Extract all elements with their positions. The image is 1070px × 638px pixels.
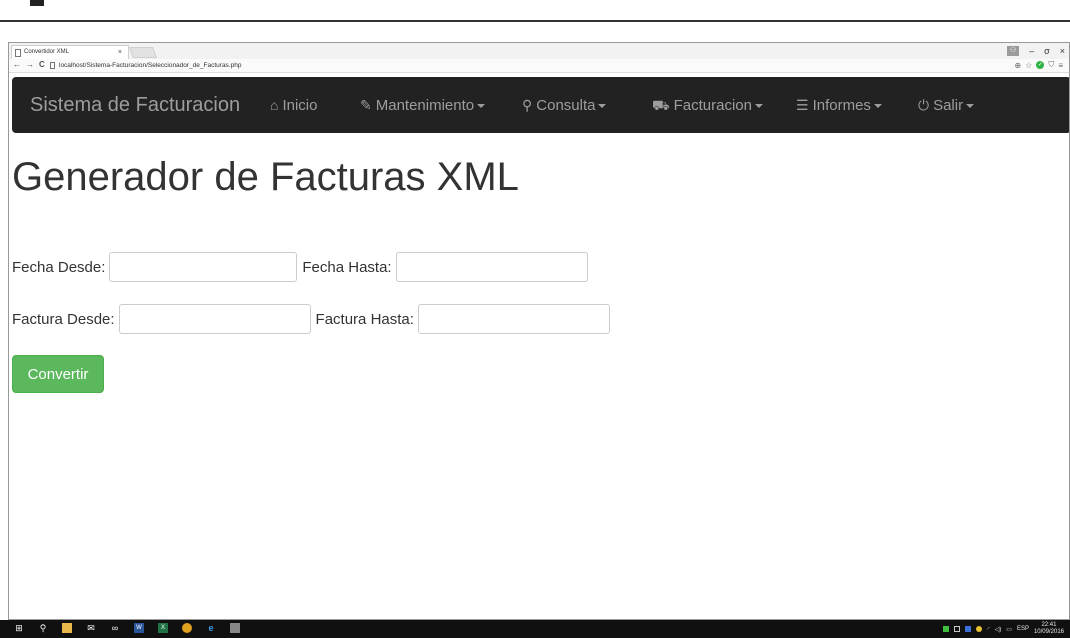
address-bar: ←→C localhost/Sistema-Facturacion/Selecc… [9, 59, 1069, 73]
volume-icon[interactable]: ◁) [995, 626, 1002, 633]
power-icon: ⏻ [918, 97, 930, 113]
taskbar: ⊞ ⚲ ✉ ∞ W X e ◜ ◁) ▭ ESP 22:41 10/09/201… [0, 620, 1070, 638]
tab-title: Convertidor XML [24, 49, 70, 55]
window-controls: ⚇ – σ × [1007, 43, 1065, 59]
caret-down-icon [966, 104, 975, 109]
nav-item-label: Consulta [536, 97, 596, 114]
system-tray: ◜ ◁) ▭ ESP 22:41 10/09/2016 [943, 622, 1064, 636]
taskbar-apps: ⊞ ⚲ ✉ ∞ W X e [14, 623, 240, 633]
nav-buttons: ←→C [13, 60, 50, 69]
caret-down-icon [755, 104, 763, 109]
chrome-icon[interactable] [182, 623, 192, 633]
tray-app-icon[interactable] [943, 626, 950, 632]
nav-item-label: Informes [812, 97, 871, 114]
menu-icon[interactable]: ≡ [1058, 61, 1063, 70]
search-icon[interactable]: ⚲ [38, 623, 48, 633]
windows-start-icon[interactable]: ⊞ [14, 623, 24, 633]
tab-strip: Convertidor XML × ⚇ – σ × [9, 43, 1069, 59]
nav-item-inicio[interactable]: ⌂ Inicio [270, 77, 318, 133]
nav-item-label: Salir [933, 97, 964, 114]
caret-down-icon [477, 104, 486, 109]
factura-desde-label: Factura Desde: [12, 310, 115, 328]
home-icon: ⌂ [270, 97, 279, 113]
check-icon[interactable]: ✓ [1036, 61, 1045, 69]
invoice-range-row: Factura Desde: Factura Hasta: [12, 303, 615, 335]
network-icon[interactable]: ◜ [987, 626, 989, 633]
close-window-button[interactable]: × [1060, 46, 1065, 56]
mail-icon[interactable]: ✉ [86, 623, 96, 633]
excel-icon[interactable]: X [158, 623, 168, 633]
fecha-desde-label: Fecha Desde: [12, 258, 106, 276]
page-icon [50, 62, 55, 69]
date-range-row: Fecha Desde: Fecha Hasta: [12, 251, 593, 283]
edge-icon[interactable]: e [206, 623, 216, 633]
tab-close-button[interactable]: × [118, 46, 122, 59]
nav-item-label: Mantenimiento [375, 97, 475, 114]
nav-item-consulta[interactable]: ⚲ Consulta [522, 77, 607, 133]
factura-hasta-input[interactable] [417, 304, 610, 334]
back-icon[interactable]: ← [13, 60, 26, 69]
link-icon[interactable]: ∞ [110, 623, 120, 633]
file-explorer-icon[interactable] [62, 623, 72, 633]
new-tab-button[interactable] [128, 47, 158, 58]
search-icon: ⚲ [522, 97, 533, 113]
nav-item-salir[interactable]: ⏻ Salir [918, 77, 975, 133]
tray-bag-icon[interactable] [954, 626, 961, 632]
maximize-button[interactable]: σ [1044, 46, 1050, 56]
shield-icon[interactable]: ⛉ [1048, 60, 1054, 70]
browser-tab[interactable]: Convertidor XML × [11, 45, 129, 59]
fecha-desde-input[interactable] [109, 252, 298, 282]
tray-blue-icon[interactable] [965, 626, 972, 632]
clock[interactable]: 22:41 10/09/2016 [1034, 622, 1064, 636]
clock-date: 10/09/2016 [1033, 629, 1064, 635]
nav-item-mantenimiento[interactable]: ✎ Mantenimiento [360, 77, 486, 133]
forward-icon[interactable]: → [26, 60, 39, 69]
cart-icon: ⛟ [652, 97, 670, 113]
page-icon [15, 49, 21, 57]
wrench-icon: ✎ [360, 97, 372, 113]
url-field[interactable]: localhost/Sistema-Facturacion/Selecciona… [49, 60, 969, 71]
caret-down-icon [873, 104, 882, 109]
fecha-hasta-label: Fecha Hasta: [302, 258, 392, 276]
zoom-icon[interactable]: ⊕ [1014, 61, 1021, 70]
list-icon: ☰ [796, 97, 809, 113]
top-rule [0, 20, 1070, 22]
top-mark [30, 0, 44, 6]
nav-item-label: Facturacion [673, 97, 752, 114]
browser-window: Convertidor XML × ⚇ – σ × ←→C localhost/… [8, 42, 1070, 620]
url-text: localhost/Sistema-Facturacion/Selecciona… [59, 62, 242, 69]
page-title: Generador de Facturas XML [12, 155, 519, 199]
nav-item-informes[interactable]: ☰ Informes [796, 77, 882, 133]
extension-icons: ⊕ ☆ ✓ ⛉ ≡ [1014, 60, 1063, 70]
navbar-brand[interactable]: Sistema de Facturacion [30, 77, 240, 133]
word-icon[interactable]: W [134, 623, 144, 633]
tray-yellow-icon[interactable] [976, 626, 983, 632]
notification-icon[interactable]: ▭ [1006, 626, 1012, 633]
nav-item-label: Inicio [282, 97, 318, 114]
app-icon[interactable] [230, 623, 240, 633]
screen-top-strip [0, 0, 1070, 40]
navbar: Sistema de Facturacion ⌂ Inicio ✎ Mantenim… [12, 77, 1069, 133]
minimize-button[interactable]: – [1029, 46, 1034, 56]
factura-desde-input[interactable] [118, 304, 311, 334]
fecha-hasta-input[interactable] [395, 252, 588, 282]
star-icon[interactable]: ☆ [1025, 61, 1032, 70]
factura-hasta-label: Factura Hasta: [315, 310, 414, 328]
convert-button[interactable]: Convertir [12, 355, 104, 393]
clock-time: 22:41 [1041, 622, 1057, 628]
caret-down-icon [598, 104, 607, 109]
language-indicator[interactable]: ESP [1017, 626, 1029, 632]
user-icon[interactable]: ⚇ [1007, 46, 1020, 56]
nav-item-facturacion[interactable]: ⛟ Facturacion [652, 77, 763, 133]
